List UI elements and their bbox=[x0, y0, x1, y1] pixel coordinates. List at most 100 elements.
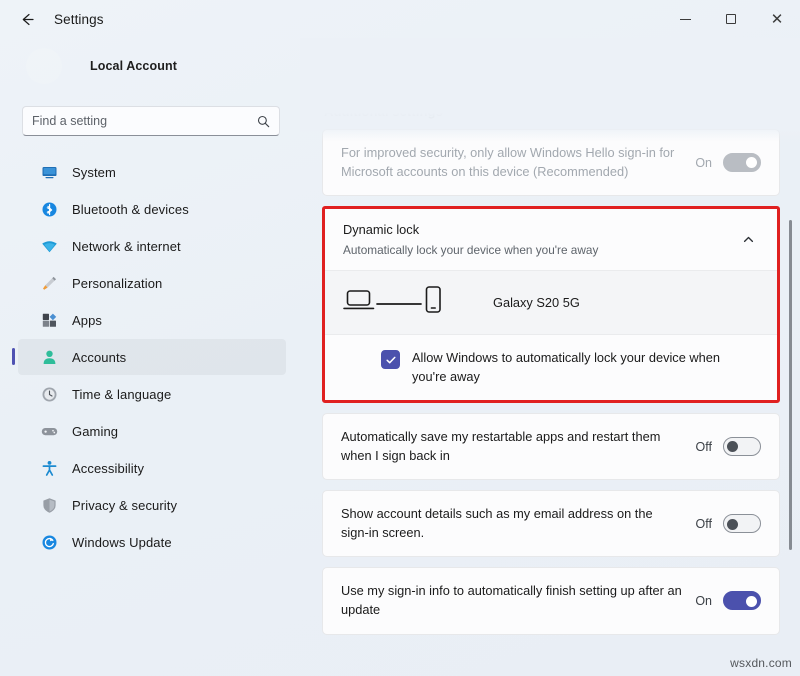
account-block[interactable]: Local Account bbox=[0, 38, 300, 94]
account-details-row: Show account details such as my email ad… bbox=[323, 491, 779, 556]
hello-signin-state: On bbox=[695, 156, 712, 170]
search-box[interactable] bbox=[22, 106, 280, 136]
vertical-scrollbar[interactable] bbox=[789, 220, 792, 550]
maximize-button[interactable] bbox=[708, 0, 754, 38]
sidebar-item-label: Gaming bbox=[72, 424, 118, 439]
toggle-knob bbox=[746, 596, 757, 607]
hello-signin-toggle bbox=[723, 153, 761, 172]
signin-info-update-card[interactable]: Use my sign-in info to automatically fin… bbox=[322, 567, 780, 634]
sidebar-item-label: Windows Update bbox=[72, 535, 172, 550]
restartable-apps-toggle[interactable] bbox=[723, 437, 761, 456]
title-bar: Settings ✕ bbox=[0, 0, 800, 38]
search-icon bbox=[257, 115, 270, 128]
dynamic-lock-header[interactable]: Dynamic lock Automatically lock your dev… bbox=[325, 209, 777, 271]
accessibility-icon bbox=[40, 459, 58, 477]
settings-card-list: Swipe and tap your favorite photo to unl… bbox=[322, 60, 780, 645]
shield-icon bbox=[40, 496, 58, 514]
minimize-icon bbox=[680, 19, 691, 20]
restartable-apps-row: Automatically save my restartable apps a… bbox=[323, 414, 779, 479]
settings-window: Settings ✕ Local Account bbox=[0, 0, 800, 676]
hello-signin-toggle-group: On bbox=[695, 153, 761, 172]
sidebar-item-label: Time & language bbox=[72, 387, 171, 402]
person-icon bbox=[40, 348, 58, 366]
chevron-up-icon[interactable] bbox=[735, 227, 761, 253]
gamepad-icon bbox=[40, 422, 58, 440]
apps-icon bbox=[40, 311, 58, 329]
back-button[interactable] bbox=[10, 4, 44, 34]
breadcrumb-separator-icon: › bbox=[438, 61, 443, 79]
account-details-toggle[interactable] bbox=[723, 514, 761, 533]
sidebar-item-windows-update[interactable]: Windows Update bbox=[18, 524, 286, 560]
hello-signin-card: For improved security, only allow Window… bbox=[322, 129, 780, 196]
breadcrumb: Accounts › Sign-in options bbox=[320, 53, 623, 81]
restartable-apps-card[interactable]: Automatically save my restartable apps a… bbox=[322, 413, 780, 480]
account-details-toggle-group: Off bbox=[696, 514, 761, 533]
account-details-state: Off bbox=[696, 517, 712, 531]
hello-signin-text: For improved security, only allow Window… bbox=[341, 144, 695, 181]
hello-signin-row: For improved security, only allow Window… bbox=[323, 130, 779, 195]
account-details-card[interactable]: Show account details such as my email ad… bbox=[322, 490, 780, 557]
sidebar-item-privacy-security[interactable]: Privacy & security bbox=[18, 487, 286, 523]
toggle-knob bbox=[727, 519, 738, 530]
sidebar-item-label: Apps bbox=[72, 313, 102, 328]
sidebar-item-bluetooth-devices[interactable]: Bluetooth & devices bbox=[18, 191, 286, 227]
sidebar-item-label: Privacy & security bbox=[72, 498, 177, 513]
sidebar-item-apps[interactable]: Apps bbox=[18, 302, 286, 338]
sidebar-item-label: Accounts bbox=[72, 350, 126, 365]
breadcrumb-current: Sign-in options bbox=[453, 53, 623, 81]
wifi-icon bbox=[40, 237, 58, 255]
sidebar-item-label: Bluetooth & devices bbox=[72, 202, 189, 217]
dynamic-lock-title: Dynamic lock bbox=[343, 221, 723, 240]
section-title-additional-settings: Additional settings bbox=[324, 104, 780, 119]
sidebar-item-personalization[interactable]: Personalization bbox=[18, 265, 286, 301]
laptop-icon bbox=[343, 287, 375, 318]
account-details-title: Show account details such as my email ad… bbox=[341, 505, 684, 542]
signin-info-update-state: On bbox=[695, 594, 712, 608]
maximize-icon bbox=[726, 14, 736, 24]
close-button[interactable]: ✕ bbox=[754, 0, 800, 38]
dynamic-lock-subtitle: Automatically lock your device when you'… bbox=[343, 242, 723, 259]
sidebar-item-gaming[interactable]: Gaming bbox=[18, 413, 286, 449]
minimize-button[interactable] bbox=[662, 0, 708, 38]
dynamic-lock-checkbox[interactable] bbox=[381, 350, 400, 369]
connection-line-icon bbox=[375, 294, 423, 312]
clock-icon bbox=[40, 385, 58, 403]
dynamic-lock-checkbox-label: Allow Windows to automatically lock your… bbox=[412, 349, 722, 386]
toggle-knob bbox=[727, 441, 738, 452]
search-input[interactable] bbox=[32, 114, 257, 128]
dynamic-lock-checkbox-row[interactable]: Allow Windows to automatically lock your… bbox=[325, 335, 777, 400]
sidebar-item-label: Accessibility bbox=[72, 461, 144, 476]
avatar bbox=[26, 48, 62, 84]
sidebar-item-label: Network & internet bbox=[72, 239, 181, 254]
dynamic-lock-card: Dynamic lock Automatically lock your dev… bbox=[325, 209, 777, 400]
paintbrush-icon bbox=[40, 274, 58, 292]
sidebar-item-label: Personalization bbox=[72, 276, 162, 291]
sidebar-item-accessibility[interactable]: Accessibility bbox=[18, 450, 286, 486]
window-title: Settings bbox=[54, 12, 104, 27]
restartable-apps-state: Off bbox=[696, 440, 712, 454]
account-name: Local Account bbox=[90, 59, 177, 73]
sidebar-item-accounts[interactable]: Accounts bbox=[18, 339, 286, 375]
device-pairing-graphic bbox=[343, 285, 483, 320]
sidebar-item-label: System bbox=[72, 165, 116, 180]
checkmark-icon bbox=[385, 354, 397, 366]
close-icon: ✕ bbox=[771, 12, 784, 27]
signin-info-update-toggle[interactable] bbox=[723, 591, 761, 610]
watermark: wsxdn.com bbox=[730, 656, 792, 670]
sidebar-nav: System Bluetooth & devices bbox=[0, 154, 300, 560]
sidebar-item-time-language[interactable]: Time & language bbox=[18, 376, 286, 412]
update-icon bbox=[40, 533, 58, 551]
toggle-knob bbox=[746, 157, 757, 168]
settings-scroll-area[interactable]: Swipe and tap your favorite photo to unl… bbox=[300, 38, 800, 676]
sidebar: Local Account System bbox=[0, 38, 300, 676]
signin-info-update-toggle-group: On bbox=[695, 591, 761, 610]
signin-info-update-row: Use my sign-in info to automatically fin… bbox=[323, 568, 779, 633]
bluetooth-icon bbox=[40, 200, 58, 218]
breadcrumb-parent[interactable]: Accounts bbox=[320, 53, 428, 81]
restartable-apps-toggle-group: Off bbox=[696, 437, 761, 456]
sidebar-item-network-internet[interactable]: Network & internet bbox=[18, 228, 286, 264]
sidebar-item-system[interactable]: System bbox=[18, 154, 286, 190]
hello-signin-title: For improved security, only allow Window… bbox=[341, 144, 683, 181]
dynamic-lock-device-row[interactable]: Galaxy S20 5G bbox=[325, 271, 777, 335]
account-details-text: Show account details such as my email ad… bbox=[341, 505, 696, 542]
